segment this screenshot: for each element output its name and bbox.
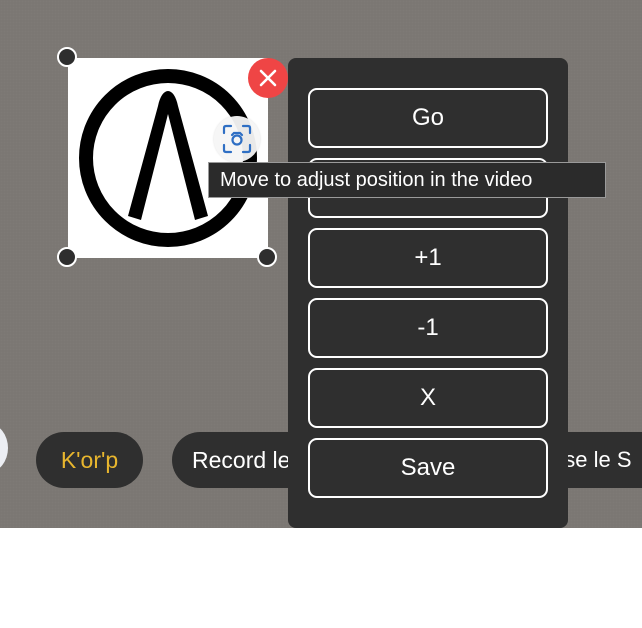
remove-sticker-button[interactable] [248, 58, 288, 98]
tooltip-text: Move to adjust position in the video [220, 168, 533, 191]
save-button[interactable]: Save [308, 438, 548, 498]
korp-chip[interactable]: K'or'p [36, 432, 143, 488]
video-preview: K'or'p Record le ose le S Go +1 -1 X Sav… [0, 0, 642, 528]
plus-one-button-label: +1 [414, 244, 442, 271]
x-button-label: X [419, 384, 436, 411]
resize-handle-bottom-left[interactable] [57, 247, 77, 267]
close-icon [259, 69, 277, 87]
korp-chip-label: K'or'p [60, 446, 119, 473]
resize-handle-bottom-right[interactable] [257, 247, 277, 267]
action-menu: Go +1 -1 X Save [288, 58, 568, 528]
adjust-position-button[interactable] [214, 116, 260, 162]
go-button[interactable]: Go [308, 88, 548, 148]
partial-chip-left[interactable] [0, 424, 8, 472]
minus-one-button-label: -1 [417, 314, 439, 341]
record-chip-label: Record le [192, 446, 291, 473]
position-tooltip: Move to adjust position in the video [208, 162, 606, 198]
minus-one-button[interactable]: -1 [308, 298, 548, 358]
x-button[interactable]: X [308, 368, 548, 428]
go-button-label: Go [411, 104, 444, 131]
resize-handle-top-left[interactable] [57, 47, 77, 67]
focus-frame-icon [222, 124, 252, 154]
plus-one-button[interactable]: +1 [308, 228, 548, 288]
save-button-label: Save [400, 454, 456, 481]
